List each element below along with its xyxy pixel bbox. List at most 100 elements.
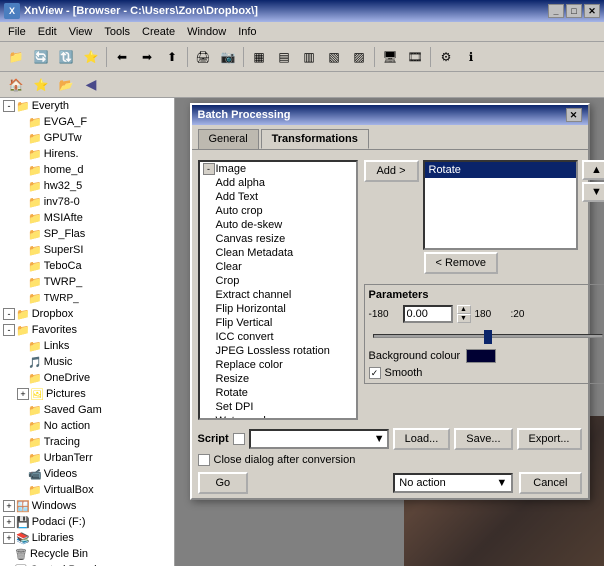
tree-item-gputw[interactable]: 📁 GPUTw [0,130,174,146]
tb2-home[interactable]: 🏠 [4,73,28,97]
tb-folder[interactable]: 📁 [4,45,28,69]
tb-monitor[interactable]: 🖥 [378,45,402,69]
tree-item-sp[interactable]: 📁 SP_Flas [0,226,174,242]
tb-print[interactable]: 🖨 [191,45,215,69]
cancel-button[interactable]: Cancel [519,472,581,494]
tb-star[interactable]: ⭐ [79,45,103,69]
tb-view2[interactable]: ▤ [272,45,296,69]
tree-item-recyclebin[interactable]: 🗑 Recycle Bin [0,546,174,562]
tab-general[interactable]: General [198,129,259,149]
tree-item-dropbox[interactable]: - 📁 Dropbox [0,306,174,322]
move-down-button[interactable]: ▼ [582,182,604,202]
tree-item-pictures[interactable]: + 🖼 Pictures [0,386,174,402]
transform-canvas-resize[interactable]: Canvas resize [200,232,356,246]
rotation-value-input[interactable] [403,305,453,323]
tree-item-music[interactable]: 🎵 Music [0,354,174,370]
tree-item-libraries[interactable]: + 📚 Libraries [0,530,174,546]
transform-flip-h[interactable]: Flip Horizontal [200,302,356,316]
tb-view3[interactable]: ▥ [297,45,321,69]
tb-refresh[interactable]: 🔄 [29,45,53,69]
minimize-button[interactable]: _ [548,4,564,18]
maximize-button[interactable]: □ [566,4,582,18]
tb-view1[interactable]: ▦ [247,45,271,69]
transform-icc[interactable]: ICC convert [200,330,356,344]
menu-view[interactable]: View [63,24,99,40]
tree-item-links[interactable]: 📁 Links [0,338,174,354]
tree-item-hirens[interactable]: 📁 Hirens. [0,146,174,162]
transform-jpeg-rotation[interactable]: JPEG Lossless rotation [200,344,356,358]
tb-refresh2[interactable]: 🔃 [54,45,78,69]
tb-film[interactable]: 🎞 [403,45,427,69]
save-button[interactable]: Save... [454,428,512,450]
tree-item-onedrive[interactable]: 📁 OneDrive [0,370,174,386]
move-up-button[interactable]: ▲ [582,160,604,180]
selected-rotate[interactable]: Rotate [425,162,576,178]
tree-item-videos[interactable]: 📹 Videos [0,466,174,482]
tree-item-urbanterr[interactable]: 📁 UrbanTerr [0,450,174,466]
expand-favorites[interactable]: - [3,324,15,336]
no-action-dropdown[interactable]: No action ▼ [393,473,513,493]
tree-item-twrp1[interactable]: 📁 TWRP_ [0,274,174,290]
tree-item-everyth[interactable]: - 📁 Everyth [0,98,174,114]
script-checkbox[interactable] [233,433,245,445]
menu-tools[interactable]: Tools [98,24,136,40]
transform-list[interactable]: - Image Add alpha Add Text Auto crop Aut… [198,160,358,420]
tree-item-hw32[interactable]: 📁 hw32_5 [0,178,174,194]
tree-item-inv78[interactable]: 📁 inv78-0 [0,194,174,210]
tb-right[interactable]: ➡ [135,45,159,69]
transform-extract-channel[interactable]: Extract channel [200,288,356,302]
close-window-button[interactable]: ✕ [584,4,600,18]
smooth-checkbox[interactable]: ✓ [369,367,381,379]
go-button[interactable]: Go [198,472,249,494]
spin-up[interactable]: ▲ [457,305,471,314]
transform-rotate[interactable]: Rotate [200,386,356,400]
transform-auto-deskew[interactable]: Auto de-skew [200,218,356,232]
menu-file[interactable]: File [2,24,32,40]
tb-cam[interactable]: 📷 [216,45,240,69]
tree-item-evga[interactable]: 📁 EVGA_F [0,114,174,130]
transform-clear[interactable]: Clear [200,260,356,274]
tb-info[interactable]: ℹ [459,45,483,69]
expand-libraries[interactable]: + [3,532,15,544]
tree-item-tracing[interactable]: 📁 Tracing [0,434,174,450]
tree-item-msi[interactable]: 📁 MSIAfte [0,210,174,226]
add-button[interactable]: Add > [364,160,419,182]
expand-everyth[interactable]: - [3,100,15,112]
expand-windows[interactable]: + [3,500,15,512]
tree-item-savedgames[interactable]: 📁 Saved Gam [0,402,174,418]
transform-resize[interactable]: Resize [200,372,356,386]
expand-dropbox[interactable]: - [3,308,15,320]
load-button[interactable]: Load... [393,428,451,450]
transform-group-image[interactable]: - Image [200,162,356,176]
tb-gear[interactable]: ⚙ [434,45,458,69]
expand-pictures[interactable]: + [17,388,29,400]
tb-left[interactable]: ⬅ [110,45,134,69]
remove-button[interactable]: < Remove [424,252,498,274]
tab-transformations[interactable]: Transformations [261,129,369,149]
transform-set-dpi[interactable]: Set DPI [200,400,356,414]
tb-view5[interactable]: ▨ [347,45,371,69]
menu-window[interactable]: Window [181,24,232,40]
transform-watermark[interactable]: Watermark [200,414,356,420]
transform-crop[interactable]: Crop [200,274,356,288]
tb-up[interactable]: ⬆ [160,45,184,69]
tree-item-favorites[interactable]: - 📁 Favorites [0,322,174,338]
spin-down[interactable]: ▼ [457,314,471,323]
close-dialog-checkbox[interactable] [198,454,210,466]
tree-item-homed[interactable]: 📁 home_d [0,162,174,178]
transform-auto-crop[interactable]: Auto crop [200,204,356,218]
tree-item-searches[interactable]: 📁 No action [0,418,174,434]
tree-item-controlpanel[interactable]: 🖥 Control Panel [0,562,174,566]
menu-create[interactable]: Create [136,24,181,40]
tree-item-supers[interactable]: 📁 SuperSI [0,242,174,258]
expand-image-group[interactable]: - [203,163,215,175]
transform-clean-metadata[interactable]: Clean Metadata [200,246,356,260]
tree-item-twrp2[interactable]: 📁 TWRP_ [0,290,174,306]
expand-podaci[interactable]: + [3,516,15,528]
tb2-star[interactable]: ⭐ [29,73,53,97]
transform-add-alpha[interactable]: Add alpha [200,176,356,190]
tree-item-virtualbox[interactable]: 📁 VirtualBox [0,482,174,498]
tree-item-tebo[interactable]: 📁 TeboCa [0,258,174,274]
tb-view4[interactable]: ▧ [322,45,346,69]
export-button[interactable]: Export... [517,428,582,450]
